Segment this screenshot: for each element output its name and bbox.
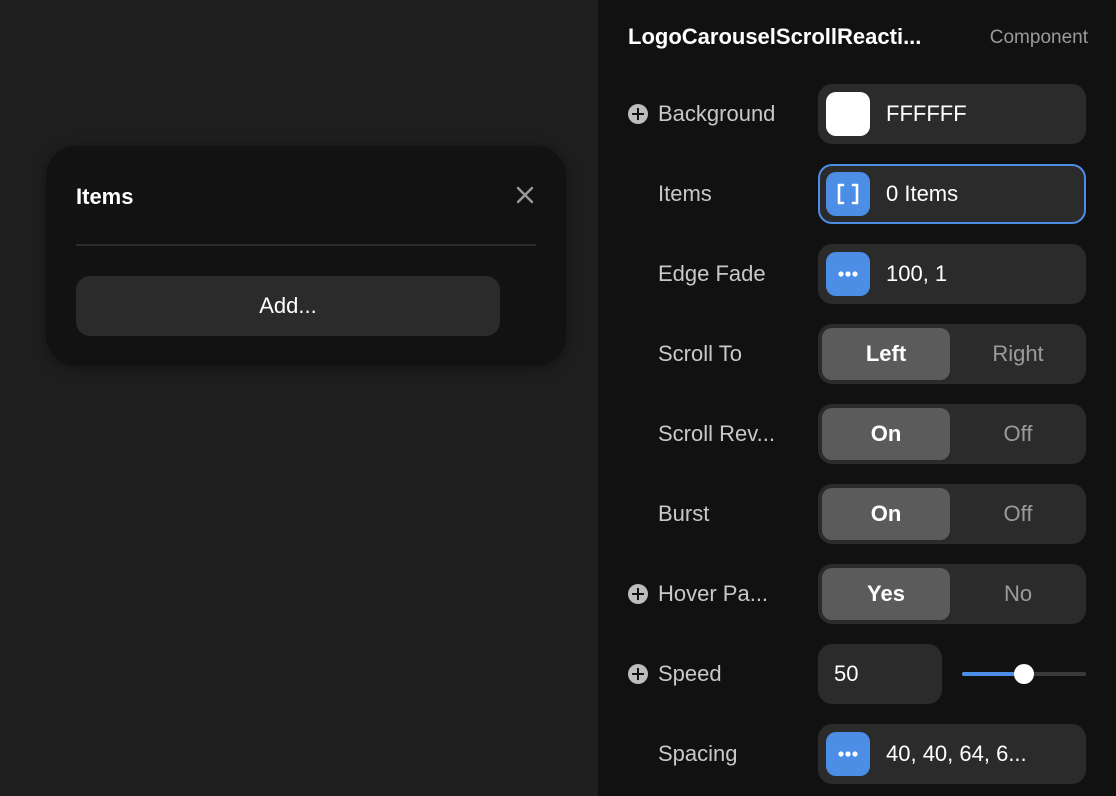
plus-circle-icon[interactable] (628, 584, 648, 604)
speed-input[interactable]: 50 (818, 644, 942, 704)
property-label: Spacing (658, 741, 738, 766)
color-swatch[interactable] (826, 92, 870, 136)
property-row-scroll-reverse: Scroll Rev... On Off (598, 404, 1116, 464)
property-row-background: Background FFFFFF (598, 84, 1116, 144)
segment-yes[interactable]: Yes (822, 568, 950, 620)
more-dots-icon (826, 252, 870, 296)
scroll-reverse-segmented-control: On Off (818, 404, 1086, 464)
component-type-label: Component (989, 27, 1088, 48)
color-hex-value: FFFFFF (886, 101, 967, 126)
more-dots-icon (826, 732, 870, 776)
popover-title: Items (76, 184, 134, 209)
segment-on[interactable]: On (822, 408, 950, 460)
plus-circle-icon[interactable] (628, 664, 648, 684)
property-row-edge-fade: Edge Fade 100, 1 (598, 244, 1116, 304)
spacing-value: 40, 40, 64, 6... (886, 741, 1027, 766)
segment-right[interactable]: Right (954, 328, 1082, 380)
spacing-field[interactable]: 40, 40, 64, 6... (818, 724, 1086, 784)
speed-slider[interactable] (962, 664, 1086, 684)
edge-fade-field[interactable]: 100, 1 (818, 244, 1086, 304)
array-brackets-icon (826, 172, 870, 216)
property-label: Burst (658, 501, 710, 526)
property-label: Hover Pa... (658, 581, 769, 606)
segment-left[interactable]: Left (822, 328, 950, 380)
property-row-speed: Speed 50 (598, 644, 1116, 704)
scroll-to-segmented-control: Left Right (818, 324, 1086, 384)
segment-on[interactable]: On (822, 488, 950, 540)
component-name: LogoCarouselScrollReacti... (628, 24, 922, 49)
property-label: Edge Fade (658, 261, 766, 286)
property-label: Items (658, 181, 712, 206)
close-icon[interactable] (512, 182, 538, 208)
plus-circle-icon[interactable] (628, 104, 648, 124)
canvas-area: Items Add... (0, 0, 598, 796)
popover-divider (76, 244, 536, 246)
segment-off[interactable]: Off (954, 488, 1082, 540)
items-popover: Items Add... (46, 146, 566, 366)
property-label: Scroll To (658, 341, 742, 366)
property-row-scroll-to: Scroll To Left Right (598, 324, 1116, 384)
items-array-field[interactable]: 0 Items (818, 164, 1086, 224)
property-label: Background (658, 101, 776, 126)
properties-panel: LogoCarouselScrollReacti... Component Ba… (598, 0, 1116, 796)
property-row-spacing: Spacing 40, 40, 64, 6... (598, 724, 1116, 784)
items-count: 0 Items (886, 181, 959, 206)
segment-no[interactable]: No (954, 568, 1082, 620)
property-row-burst: Burst On Off (598, 484, 1116, 544)
edge-fade-value: 100, 1 (886, 261, 948, 286)
burst-segmented-control: On Off (818, 484, 1086, 544)
background-color-field[interactable]: FFFFFF (818, 84, 1086, 144)
add-item-button[interactable]: Add... (76, 276, 500, 336)
property-row-hover-pause: Hover Pa... Yes No (598, 564, 1116, 624)
panel-header: LogoCarouselScrollReacti... Component (628, 24, 1088, 56)
segment-off[interactable]: Off (954, 408, 1082, 460)
hover-pause-segmented-control: Yes No (818, 564, 1086, 624)
property-label: Speed (658, 661, 722, 686)
slider-thumb[interactable] (1014, 664, 1034, 684)
property-label: Scroll Rev... (658, 421, 775, 446)
property-row-items: Items 0 Items (598, 164, 1116, 224)
